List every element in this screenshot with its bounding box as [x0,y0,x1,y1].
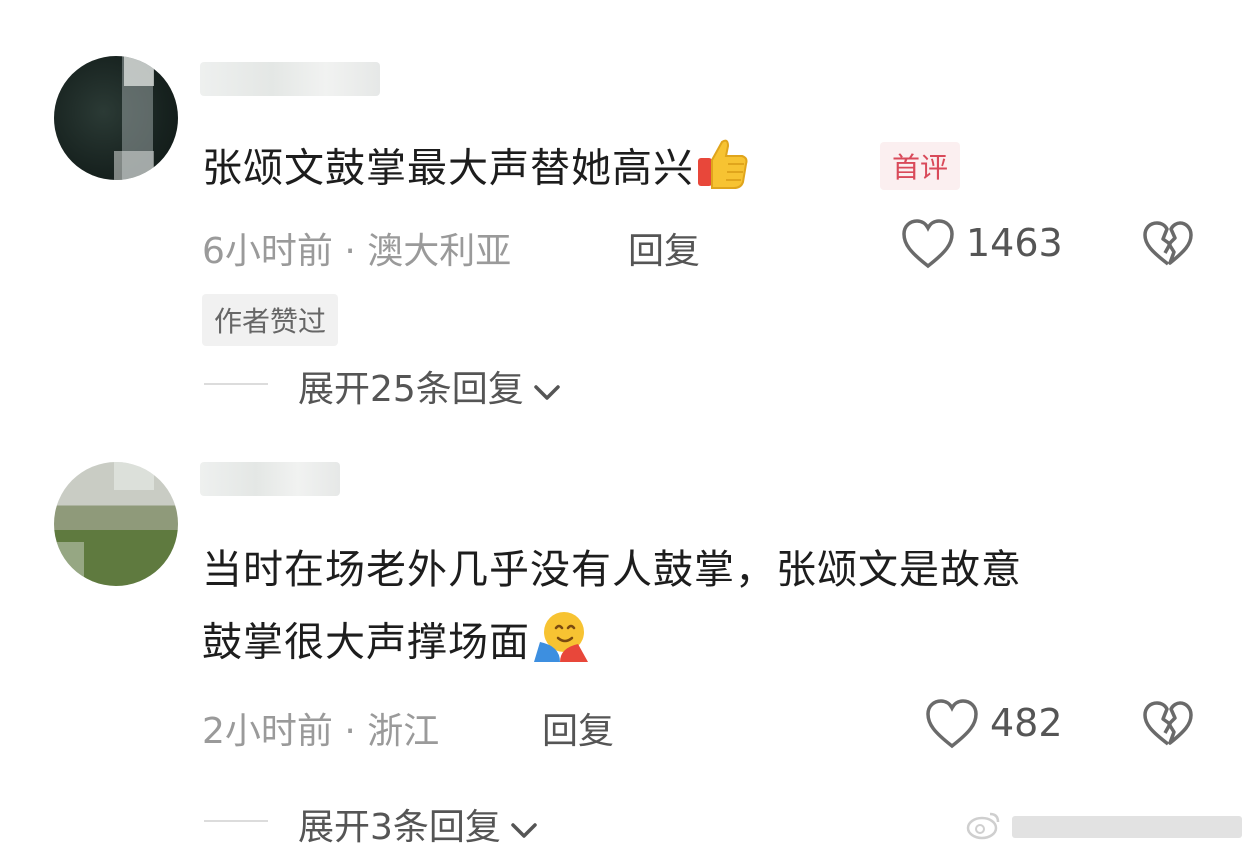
comment-text: 当时在场老外几乎没有人鼓掌，张颂文是故意 [202,547,1022,593]
chevron-down-icon [509,809,539,850]
expand-replies-button[interactable]: 展开25条回复 [298,360,562,412]
broken-heart-icon[interactable] [1142,220,1194,272]
expand-replies-button[interactable]: 展开3条回复 [298,798,539,850]
avatar[interactable] [54,56,178,180]
comment-meta: 2小时前 · 浙江 [202,711,440,752]
like-count: 1463 [966,221,1063,265]
thumbs-up-icon [694,134,750,207]
expand-divider [204,820,268,822]
comment-text: 鼓掌很大声撑场面 [202,608,590,681]
reply-button[interactable]: 回复 [628,222,700,274]
broken-heart-icon[interactable] [1142,700,1194,752]
username-blurred[interactable] [200,462,340,496]
reply-button[interactable]: 回复 [542,702,614,754]
comment-text: 张颂文鼓掌最大声替她高兴 [202,134,750,207]
avatar[interactable] [54,462,178,586]
like-count: 482 [990,701,1063,745]
watermark [966,810,1242,844]
hugging-face-icon [530,608,590,681]
weibo-logo-icon [966,810,1002,844]
watermark-username-blurred [1012,816,1242,838]
chevron-down-icon [532,371,562,412]
first-comment-badge: 首评 [880,142,961,190]
comment-meta: 6小时前 · 澳大利亚 [202,231,512,272]
expand-divider [204,383,268,385]
author-liked-tag: 作者赞过 [202,294,339,346]
heart-outline-icon[interactable] [900,218,956,274]
username-blurred[interactable] [200,62,380,96]
heart-outline-icon[interactable] [924,698,980,754]
